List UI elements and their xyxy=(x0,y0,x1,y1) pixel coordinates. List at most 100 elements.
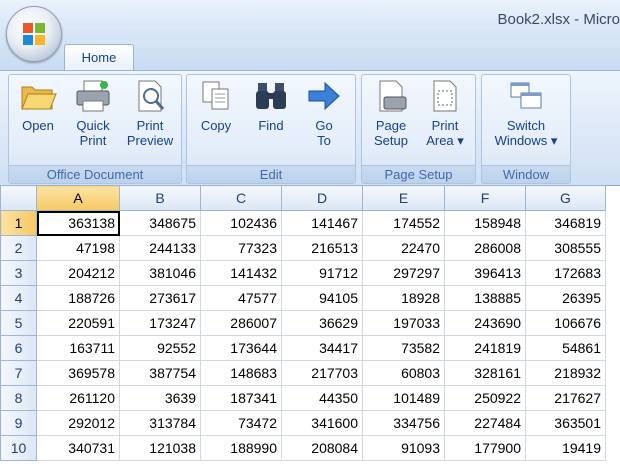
cell-b6[interactable]: 92552 xyxy=(119,335,201,361)
cell-b1[interactable]: 348675 xyxy=(119,210,201,236)
row-header-6[interactable]: 6 xyxy=(0,335,37,361)
cell-d4[interactable]: 94105 xyxy=(281,285,363,311)
cell-c10[interactable]: 188990 xyxy=(200,435,282,461)
cell-g1[interactable]: 346819 xyxy=(525,210,606,236)
cell-e9[interactable]: 334756 xyxy=(362,410,445,436)
cell-g4[interactable]: 26395 xyxy=(525,285,606,311)
cell-b10[interactable]: 121038 xyxy=(119,435,201,461)
cell-d7[interactable]: 217703 xyxy=(281,360,363,386)
cell-f8[interactable]: 250922 xyxy=(444,385,526,411)
print-area-button[interactable]: Print Area ▾ xyxy=(420,79,470,148)
cell-a4[interactable]: 188726 xyxy=(36,285,120,311)
cell-e5[interactable]: 197033 xyxy=(362,310,445,336)
cell-c3[interactable]: 141432 xyxy=(200,260,282,286)
spreadsheet-grid[interactable]: A B C D E F G 1 363138 348675 102436 141467 1… xyxy=(0,185,606,461)
cell-e3[interactable]: 297297 xyxy=(362,260,445,286)
office-button[interactable] xyxy=(6,6,62,62)
cell-f10[interactable]: 177900 xyxy=(444,435,526,461)
cell-b3[interactable]: 381046 xyxy=(119,260,201,286)
cell-d3[interactable]: 91712 xyxy=(281,260,363,286)
cell-e7[interactable]: 60803 xyxy=(362,360,445,386)
cell-a1[interactable]: 363138 xyxy=(36,210,120,236)
cell-a8[interactable]: 261120 xyxy=(36,385,120,411)
cell-a9[interactable]: 292012 xyxy=(36,410,120,436)
cell-c8[interactable]: 187341 xyxy=(200,385,282,411)
row-header-4[interactable]: 4 xyxy=(0,285,37,311)
cell-g10[interactable]: 19419 xyxy=(525,435,606,461)
cell-g7[interactable]: 218932 xyxy=(525,360,606,386)
cell-f2[interactable]: 286008 xyxy=(444,235,526,261)
cell-a7[interactable]: 369578 xyxy=(36,360,120,386)
cell-d6[interactable]: 34417 xyxy=(281,335,363,361)
cell-c2[interactable]: 77323 xyxy=(200,235,282,261)
open-button[interactable]: Open xyxy=(15,79,61,133)
cell-g3[interactable]: 172683 xyxy=(525,260,606,286)
cell-a10[interactable]: 340731 xyxy=(36,435,120,461)
column-header-e[interactable]: E xyxy=(362,185,445,211)
cell-b8[interactable]: 3639 xyxy=(119,385,201,411)
cell-g6[interactable]: 54861 xyxy=(525,335,606,361)
cell-b7[interactable]: 387754 xyxy=(119,360,201,386)
cell-a3[interactable]: 204212 xyxy=(36,260,120,286)
cell-c1[interactable]: 102436 xyxy=(200,210,282,236)
cell-f7[interactable]: 328161 xyxy=(444,360,526,386)
row-header-1[interactable]: 1 xyxy=(0,210,37,236)
column-header-b[interactable]: B xyxy=(119,185,201,211)
cell-c4[interactable]: 47577 xyxy=(200,285,282,311)
cell-g9[interactable]: 363501 xyxy=(525,410,606,436)
cell-c9[interactable]: 73472 xyxy=(200,410,282,436)
column-header-g[interactable]: G xyxy=(525,185,606,211)
cell-d2[interactable]: 216513 xyxy=(281,235,363,261)
select-all-corner[interactable] xyxy=(0,185,37,211)
column-header-d[interactable]: D xyxy=(281,185,363,211)
row-header-2[interactable]: 2 xyxy=(0,235,37,261)
print-preview-button[interactable]: Print Preview xyxy=(123,79,177,148)
cell-f9[interactable]: 227484 xyxy=(444,410,526,436)
cell-c5[interactable]: 286007 xyxy=(200,310,282,336)
cell-d9[interactable]: 341600 xyxy=(281,410,363,436)
column-header-c[interactable]: C xyxy=(200,185,282,211)
row-header-8[interactable]: 8 xyxy=(0,385,37,411)
row-header-7[interactable]: 7 xyxy=(0,360,37,386)
cell-f3[interactable]: 396413 xyxy=(444,260,526,286)
column-header-a[interactable]: A xyxy=(36,185,120,211)
cell-f4[interactable]: 138885 xyxy=(444,285,526,311)
row-header-10[interactable]: 10 xyxy=(0,435,37,461)
column-header-f[interactable]: F xyxy=(444,185,526,211)
row-header-5[interactable]: 5 xyxy=(0,310,37,336)
cell-c7[interactable]: 148683 xyxy=(200,360,282,386)
page-setup-button[interactable]: Page Setup xyxy=(366,79,416,148)
copy-button[interactable]: Copy xyxy=(193,79,239,133)
cell-e10[interactable]: 91093 xyxy=(362,435,445,461)
cell-e2[interactable]: 22470 xyxy=(362,235,445,261)
cell-e8[interactable]: 101489 xyxy=(362,385,445,411)
cell-f1[interactable]: 158948 xyxy=(444,210,526,236)
find-button[interactable]: Find xyxy=(247,79,295,133)
tab-home[interactable]: Home xyxy=(64,44,134,72)
cell-b9[interactable]: 313784 xyxy=(119,410,201,436)
go-to-button[interactable]: Go To xyxy=(301,79,347,148)
cell-b2[interactable]: 244133 xyxy=(119,235,201,261)
cell-g2[interactable]: 308555 xyxy=(525,235,606,261)
cell-g8[interactable]: 217627 xyxy=(525,385,606,411)
cell-a5[interactable]: 220591 xyxy=(36,310,120,336)
cell-e1[interactable]: 174552 xyxy=(362,210,445,236)
cell-a6[interactable]: 163711 xyxy=(36,335,120,361)
cell-f6[interactable]: 241819 xyxy=(444,335,526,361)
row-header-3[interactable]: 3 xyxy=(0,260,37,286)
row-header-9[interactable]: 9 xyxy=(0,410,37,436)
cell-d8[interactable]: 44350 xyxy=(281,385,363,411)
cell-e4[interactable]: 18928 xyxy=(362,285,445,311)
cell-a2[interactable]: 47198 xyxy=(36,235,120,261)
cell-c6[interactable]: 173644 xyxy=(200,335,282,361)
quick-print-button[interactable]: Quick Print xyxy=(69,79,117,148)
cell-e6[interactable]: 73582 xyxy=(362,335,445,361)
cell-d10[interactable]: 208084 xyxy=(281,435,363,461)
cell-f5[interactable]: 243690 xyxy=(444,310,526,336)
cell-d1[interactable]: 141467 xyxy=(281,210,363,236)
cell-d5[interactable]: 36629 xyxy=(281,310,363,336)
cell-b4[interactable]: 273617 xyxy=(119,285,201,311)
cell-b5[interactable]: 173247 xyxy=(119,310,201,336)
switch-windows-button[interactable]: Switch Windows ▾ xyxy=(484,79,568,148)
cell-g5[interactable]: 106676 xyxy=(525,310,606,336)
